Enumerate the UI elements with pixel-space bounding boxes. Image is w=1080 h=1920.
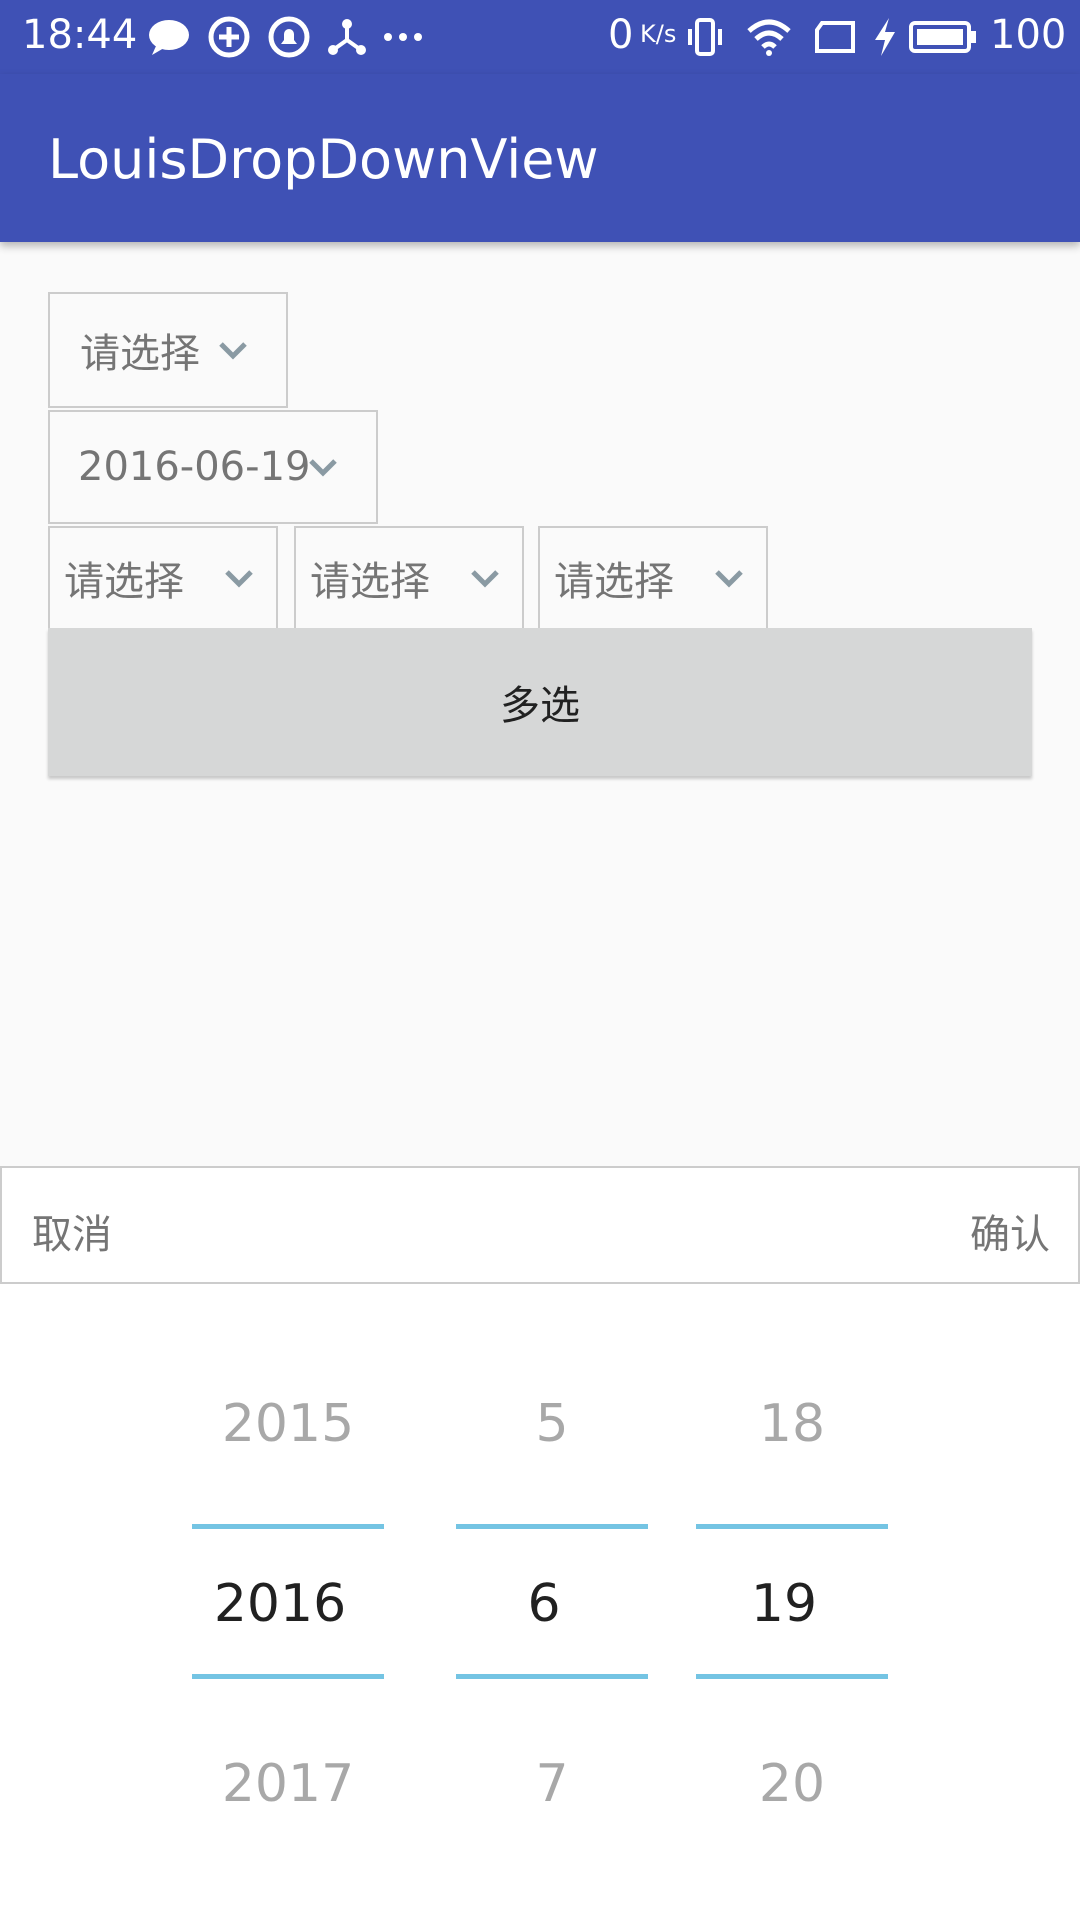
charging-icon bbox=[862, 14, 908, 60]
month-prev[interactable]: 5 bbox=[456, 1394, 648, 1454]
confirm-button[interactable]: 确认 bbox=[970, 1202, 1050, 1260]
year-selected[interactable]: 2016 bbox=[184, 1574, 376, 1634]
year-prev[interactable]: 2015 bbox=[192, 1394, 384, 1454]
chat-icon bbox=[146, 14, 192, 60]
wheel-divider bbox=[696, 1524, 888, 1529]
dropdown-label: 请选择 bbox=[80, 331, 200, 377]
month-wheel[interactable]: 5 6 7 bbox=[456, 1284, 648, 1920]
year-next[interactable]: 2017 bbox=[192, 1754, 384, 1814]
wheel-divider bbox=[696, 1674, 888, 1679]
dropdown-select[interactable]: 请选择 bbox=[48, 292, 288, 408]
dropdown-label: 请选择 bbox=[310, 559, 430, 605]
date-dropdown[interactable]: 2016-06-19 bbox=[48, 410, 378, 524]
more-dots-icon bbox=[380, 14, 426, 60]
network-speed: 0 bbox=[608, 12, 634, 58]
multi-select-button[interactable]: 多选 bbox=[48, 628, 1032, 776]
sync-icon bbox=[206, 14, 252, 60]
chevron-down-icon bbox=[715, 570, 743, 588]
chevron-down-icon bbox=[219, 342, 247, 360]
chevron-down-icon bbox=[309, 459, 337, 477]
chevron-down-icon bbox=[471, 570, 499, 588]
date-picker: 2015 2016 2017 5 6 7 18 19 20 bbox=[0, 1284, 1080, 1920]
wheel-divider bbox=[456, 1524, 648, 1529]
wheel-divider bbox=[456, 1674, 648, 1679]
wheel-divider bbox=[192, 1524, 384, 1529]
share-node-icon bbox=[324, 14, 370, 60]
wheel-divider bbox=[192, 1674, 384, 1679]
status-bar: 18:44 0 K/s 100 bbox=[0, 0, 1080, 74]
month-selected[interactable]: 6 bbox=[448, 1574, 640, 1634]
vibrate-icon bbox=[682, 14, 728, 60]
dropdown-label: 请选择 bbox=[64, 559, 184, 605]
status-time: 18:44 bbox=[22, 12, 138, 58]
day-prev[interactable]: 18 bbox=[696, 1394, 888, 1454]
date-dropdown-label: 2016-06-19 bbox=[78, 444, 311, 490]
sim-icon bbox=[812, 14, 858, 60]
day-next[interactable]: 20 bbox=[696, 1754, 888, 1814]
app-screen: 18:44 0 K/s 100 LouisDropDownView 请选择 20… bbox=[0, 0, 1080, 1920]
picker-action-bar: 取消 确认 bbox=[0, 1166, 1080, 1284]
notification-bell-icon bbox=[266, 14, 312, 60]
day-selected[interactable]: 19 bbox=[688, 1574, 880, 1634]
app-bar: LouisDropDownView bbox=[0, 74, 1080, 242]
dropdown-label: 请选择 bbox=[554, 559, 674, 605]
battery-level: 100 bbox=[990, 12, 1067, 58]
cancel-button[interactable]: 取消 bbox=[32, 1202, 112, 1260]
month-next[interactable]: 7 bbox=[456, 1754, 648, 1814]
year-wheel[interactable]: 2015 2016 2017 bbox=[192, 1284, 384, 1920]
chevron-down-icon bbox=[225, 570, 253, 588]
app-title: LouisDropDownView bbox=[48, 128, 599, 191]
network-unit: K/s bbox=[640, 20, 677, 48]
dropdown-province[interactable]: 请选择 bbox=[48, 526, 278, 630]
battery-icon bbox=[908, 14, 978, 60]
day-wheel[interactable]: 18 19 20 bbox=[696, 1284, 888, 1920]
wifi-icon bbox=[746, 14, 792, 60]
dropdown-district[interactable]: 请选择 bbox=[538, 526, 768, 630]
dropdown-city[interactable]: 请选择 bbox=[294, 526, 524, 630]
